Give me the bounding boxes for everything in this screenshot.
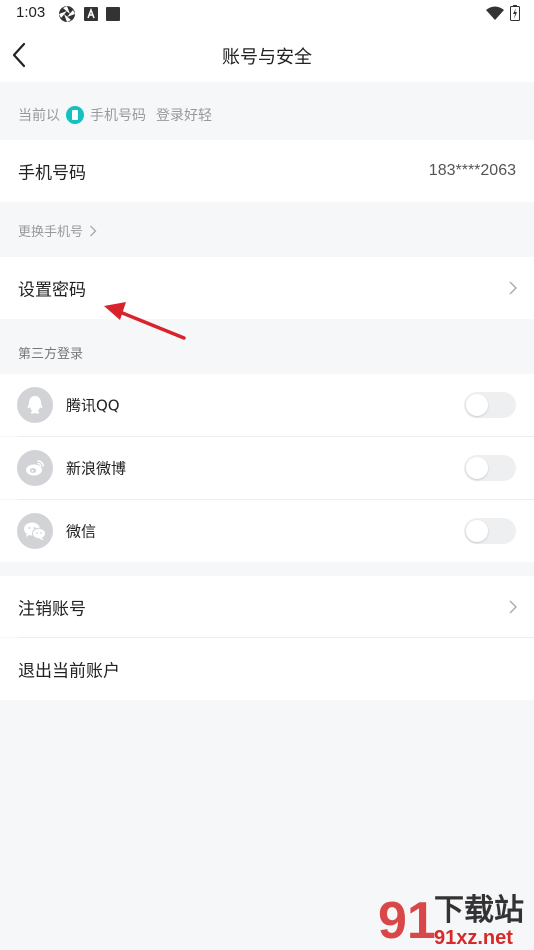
set-password-row[interactable]: 设置密码 bbox=[0, 257, 534, 319]
qq-toggle[interactable] bbox=[464, 392, 516, 418]
battery-icon bbox=[510, 5, 520, 21]
weibo-toggle[interactable] bbox=[464, 455, 516, 481]
status-bar: 1:03 bbox=[0, 0, 534, 28]
aperture-icon bbox=[59, 6, 75, 22]
social-row-weibo: 新浪微博 bbox=[0, 437, 534, 499]
toggle-knob bbox=[466, 394, 488, 416]
phone-number-label: 手机号码 bbox=[18, 163, 86, 184]
login-method-info: 当前以 手机号码 登录好轻 bbox=[0, 90, 534, 138]
logout-label: 退出当前账户 bbox=[18, 661, 120, 682]
qq-label: 腾讯QQ bbox=[66, 396, 120, 415]
qq-icon bbox=[17, 387, 53, 423]
annotation-arrow bbox=[104, 302, 186, 340]
toggle-knob bbox=[466, 457, 488, 479]
wechat-icon bbox=[17, 513, 53, 549]
social-row-qq: 腾讯QQ bbox=[0, 374, 534, 436]
watermark-brand: 下载站 bbox=[434, 893, 524, 928]
logout-row[interactable]: 退出当前账户 bbox=[0, 638, 534, 700]
wifi-icon bbox=[486, 6, 504, 20]
change-phone-link[interactable]: 更换手机号 bbox=[18, 221, 97, 240]
chevron-right-icon bbox=[509, 281, 517, 295]
watermark-mark: 91 bbox=[378, 892, 436, 950]
watermark-domain: 91xz.net bbox=[434, 927, 513, 949]
weibo-label: 新浪微博 bbox=[66, 459, 127, 478]
set-password-label: 设置密码 bbox=[18, 280, 86, 301]
third-party-title: 第三方登录 bbox=[18, 347, 84, 362]
toggle-knob bbox=[466, 520, 488, 542]
status-time: 1:03 bbox=[16, 4, 46, 21]
a-badge-icon bbox=[84, 7, 98, 21]
page-title: 账号与安全 bbox=[222, 47, 312, 68]
top-app-bar: 账号与安全 bbox=[0, 28, 534, 82]
chevron-right-icon bbox=[90, 225, 97, 236]
wechat-toggle[interactable] bbox=[464, 518, 516, 544]
wechat-label: 微信 bbox=[66, 522, 97, 541]
status-notification-icons bbox=[58, 5, 120, 23]
phone-number-row: 手机号码 183****2063 bbox=[0, 140, 534, 202]
cancel-account-label: 注销账号 bbox=[18, 599, 86, 619]
phone-number-value: 183****2063 bbox=[428, 162, 516, 179]
social-row-wechat: 微信 bbox=[0, 500, 534, 562]
chevron-right-icon bbox=[509, 600, 517, 613]
change-phone-label: 更换手机号 bbox=[18, 225, 84, 240]
square-icon bbox=[106, 7, 120, 21]
cancel-account-row[interactable]: 注销账号 bbox=[0, 576, 534, 637]
weibo-icon bbox=[17, 450, 53, 486]
watermark-logo: 91 下载站 91xz.net bbox=[378, 892, 524, 950]
login-info-prefix: 当前以 bbox=[18, 108, 60, 124]
phone-login-icon bbox=[66, 106, 84, 124]
login-info-suffix: 登录好轻 bbox=[156, 108, 212, 124]
status-system-icons bbox=[486, 5, 520, 21]
login-info-method: 手机号码 bbox=[90, 108, 146, 124]
